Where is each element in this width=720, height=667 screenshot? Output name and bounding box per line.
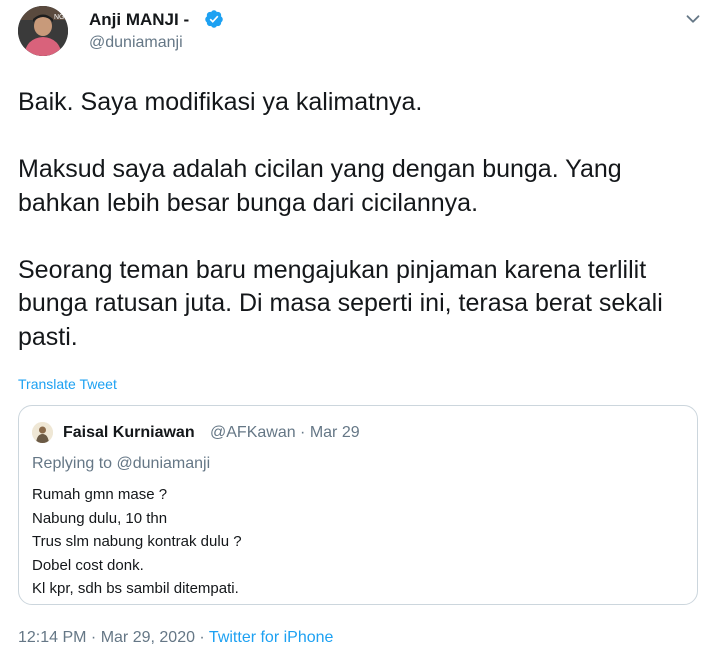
quoted-handle-date[interactable]: @AFKawan · Mar 29 xyxy=(210,424,360,442)
display-name[interactable]: Anji MANJI - xyxy=(89,10,189,30)
tweet-paragraph: Maksud saya adalah cicilan yang dengan b… xyxy=(18,155,622,217)
quoted-line: Kl kpr, sdh bs sambil ditempati. xyxy=(32,580,239,597)
tweet-card: NG Anji MANJI - @duniamanji Baik. Saya m… xyxy=(0,0,720,667)
quoted-text: Rumah gmn mase ? Nabung dulu, 10 thn Tru… xyxy=(32,483,242,601)
quoted-line: Dobel cost donk. xyxy=(32,556,144,574)
quoted-line: Rumah gmn mase ? xyxy=(32,486,168,503)
tweet-paragraph: Baik. Saya modifikasi ya kalimatnya. xyxy=(18,88,423,116)
tweet-footer: 12:14 PM · Mar 29, 2020 · Twitter for iP… xyxy=(18,629,333,647)
replying-prefix: Replying to xyxy=(32,455,117,472)
handle[interactable]: @duniamanji xyxy=(89,34,183,52)
timestamp[interactable]: 12:14 PM · Mar 29, 2020 · xyxy=(18,629,209,646)
replying-to: Replying to @duniamanji xyxy=(32,455,210,473)
replying-to-mention[interactable]: @duniamanji xyxy=(117,455,211,472)
quoted-line: Nabung dulu, 10 thn xyxy=(32,509,168,527)
avatar[interactable]: NG xyxy=(18,6,68,56)
quoted-line: Trus slm nabung kontrak dulu ? xyxy=(32,533,242,550)
quoted-avatar[interactable] xyxy=(32,422,53,443)
quoted-tweet[interactable]: Faisal Kurniawan @AFKawan · Mar 29 Reply… xyxy=(18,405,698,605)
source-link[interactable]: Twitter for iPhone xyxy=(209,629,334,646)
avatar-badge: NG xyxy=(54,14,65,21)
translate-tweet-link[interactable]: Translate Tweet xyxy=(18,376,117,392)
tweet-paragraph: Seorang teman baru mengajukan pinjaman k… xyxy=(18,255,663,351)
quoted-display-name[interactable]: Faisal Kurniawan xyxy=(63,424,195,442)
tweet-text: Baik. Saya modifikasi ya kalimatnya. Mak… xyxy=(18,86,698,354)
chevron-down-icon[interactable] xyxy=(682,8,704,30)
verified-badge-icon xyxy=(205,10,223,28)
